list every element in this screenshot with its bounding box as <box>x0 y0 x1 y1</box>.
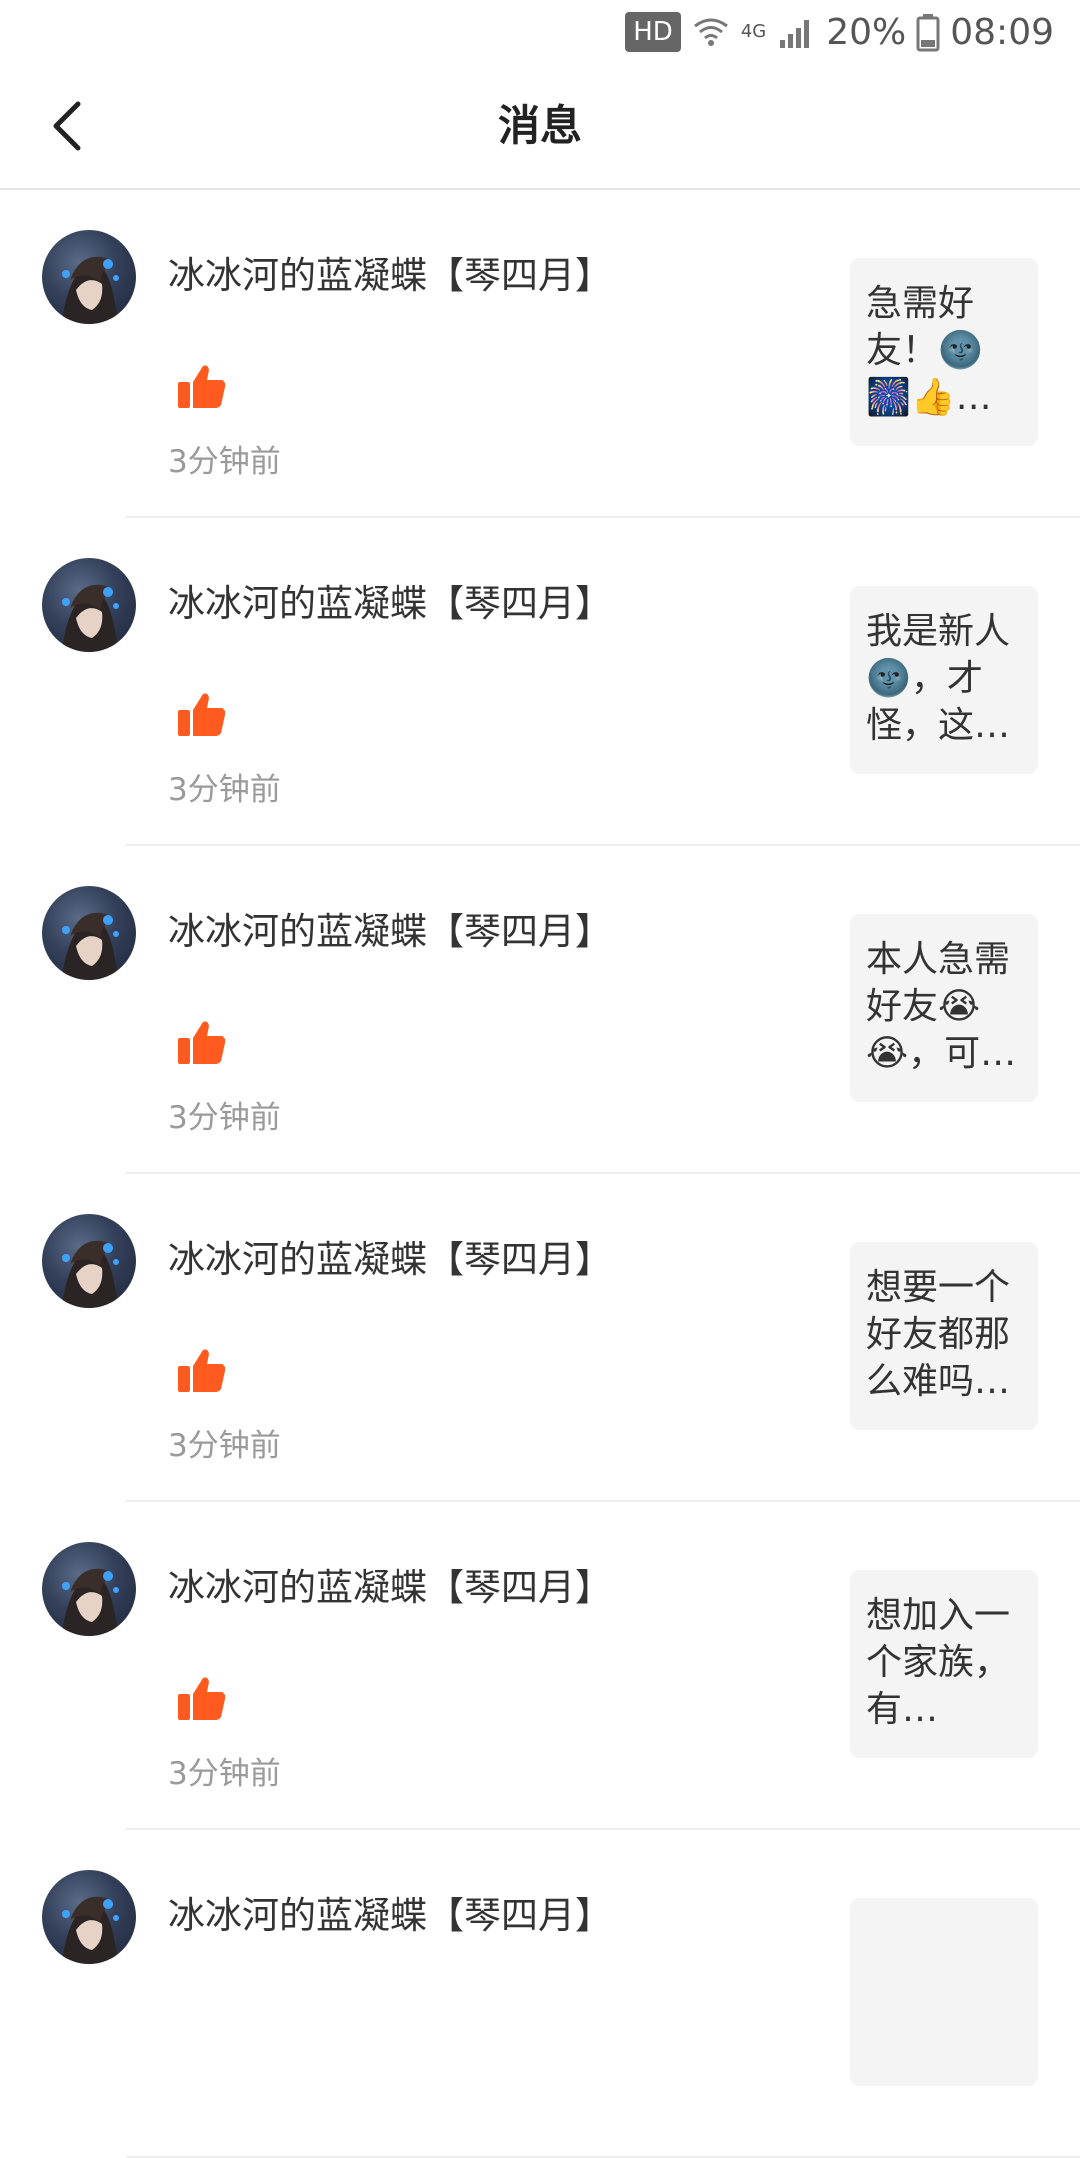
thumbs-up-icon <box>176 1344 228 1396</box>
post-preview-text: 本人急需好友😭😭，可… <box>866 939 1017 1074</box>
list-item[interactable]: 冰冰河的蓝凝蝶【琴四月】 3分钟前 急需好友！🌚🎆👍… <box>0 190 1080 518</box>
avatar[interactable] <box>42 230 136 324</box>
avatar-image <box>62 1568 119 1636</box>
wifi-icon <box>693 18 728 46</box>
sender-name[interactable]: 冰冰河的蓝凝蝶【琴四月】 <box>168 908 612 956</box>
list-item[interactable]: 冰冰河的蓝凝蝶【琴四月】 3分钟前 本人急需好友😭😭，可… <box>0 846 1080 1174</box>
post-preview-card[interactable]: 急需好友！🌚🎆👍… <box>850 258 1038 446</box>
post-preview-text: 急需好友！🌚🎆👍… <box>866 283 992 418</box>
sender-name[interactable]: 冰冰河的蓝凝蝶【琴四月】 <box>168 580 612 628</box>
network-type-label: 4G <box>740 21 767 42</box>
list-item[interactable]: 冰冰河的蓝凝蝶【琴四月】 3分钟前 想要一个好友都那么难吗… <box>0 1174 1080 1502</box>
hd-badge: HD <box>625 12 681 52</box>
sender-name[interactable]: 冰冰河的蓝凝蝶【琴四月】 <box>168 252 612 300</box>
thumbs-up-icon <box>176 1672 228 1724</box>
post-preview-card[interactable]: 本人急需好友😭😭，可… <box>850 914 1038 1102</box>
avatar[interactable] <box>42 558 136 652</box>
list-item[interactable]: 冰冰河的蓝凝蝶【琴四月】 <box>0 1830 1080 2158</box>
thumbs-up-icon <box>176 1016 228 1068</box>
thumbs-up-icon <box>176 360 228 412</box>
avatar-image <box>62 584 119 652</box>
avatar[interactable] <box>42 886 136 980</box>
post-preview-card[interactable]: 我是新人🌚，才怪，这… <box>850 586 1038 774</box>
nav-bar: 消息 <box>0 64 1080 190</box>
message-list: 冰冰河的蓝凝蝶【琴四月】 3分钟前 急需好友！🌚🎆👍… 冰冰河的蓝凝蝶【琴四月】 <box>0 190 1080 2158</box>
message-time: 3分钟前 <box>168 1428 281 1464</box>
post-preview-card[interactable]: 想要一个好友都那么难吗… <box>850 1242 1038 1430</box>
avatar[interactable] <box>42 1542 136 1636</box>
thumbs-up-icon <box>176 688 228 740</box>
battery-percent: 20% <box>826 11 907 53</box>
avatar[interactable] <box>42 1214 136 1308</box>
sender-name[interactable]: 冰冰河的蓝凝蝶【琴四月】 <box>168 1892 612 1940</box>
status-icons: HD 4G 20% 08:09 <box>625 8 1054 56</box>
post-preview-text: 想要一个好友都那么难吗… <box>866 1267 1011 1402</box>
avatar-image <box>62 1896 119 1964</box>
post-preview-card[interactable]: 想加入一个家族，有… <box>850 1570 1038 1758</box>
message-time: 3分钟前 <box>168 444 281 480</box>
status-bar: HD 4G 20% 08:09 <box>0 0 1080 64</box>
cell-signal-icon <box>780 20 810 48</box>
status-time: 08:09 <box>950 11 1054 53</box>
page-title: 消息 <box>497 101 582 150</box>
avatar[interactable] <box>42 1870 136 1964</box>
post-preview-text: 我是新人🌚，才怪，这… <box>866 611 1011 746</box>
avatar-image <box>62 1240 119 1308</box>
message-time: 3分钟前 <box>168 1100 281 1136</box>
avatar-image <box>62 256 119 324</box>
list-item[interactable]: 冰冰河的蓝凝蝶【琴四月】 3分钟前 想加入一个家族，有… <box>0 1502 1080 1830</box>
avatar-image <box>62 912 119 980</box>
message-time: 3分钟前 <box>168 1756 281 1792</box>
post-preview-card[interactable] <box>850 1898 1038 2086</box>
list-item[interactable]: 冰冰河的蓝凝蝶【琴四月】 3分钟前 我是新人🌚，才怪，这… <box>0 518 1080 846</box>
message-time: 3分钟前 <box>168 772 281 808</box>
sender-name[interactable]: 冰冰河的蓝凝蝶【琴四月】 <box>168 1564 612 1612</box>
battery-icon <box>916 14 940 52</box>
sender-name[interactable]: 冰冰河的蓝凝蝶【琴四月】 <box>168 1236 612 1284</box>
post-preview-text: 想加入一个家族，有… <box>866 1595 1011 1730</box>
